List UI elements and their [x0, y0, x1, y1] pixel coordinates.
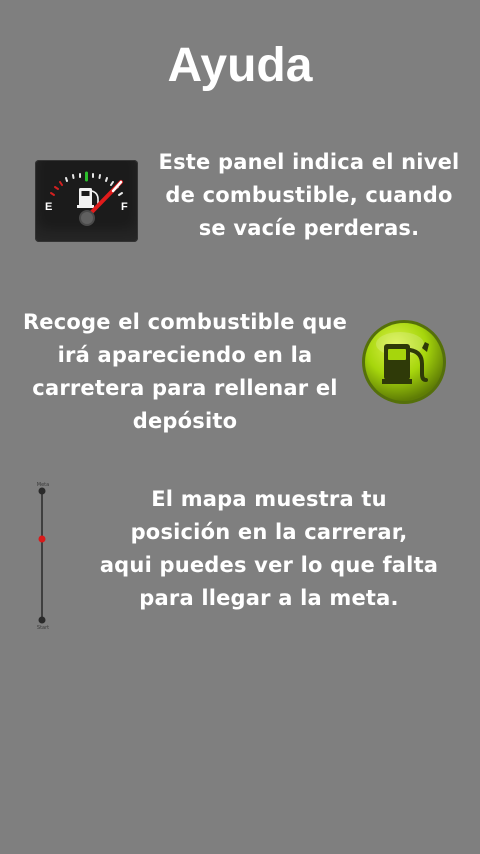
- gauge-empty-label: E: [45, 201, 52, 213]
- fuel-gauge-icon: E F: [35, 160, 138, 242]
- gauge-full-label: F: [121, 201, 128, 213]
- fuel-gauge-description: Este panel indica el nivel de combustibl…: [158, 150, 460, 240]
- fuel-pump-icon: [360, 318, 448, 406]
- page-title: Ayuda: [167, 39, 313, 92]
- map-finish-label: Meta: [37, 482, 49, 488]
- map-start-label: Start: [37, 625, 49, 631]
- progress-map-icon: Meta Start: [30, 478, 56, 632]
- map-position-marker: [38, 535, 46, 543]
- fuel-pickup-description: Recoge el combustible que irá apareciend…: [22, 310, 348, 433]
- progress-map-description: El mapa muestra tu posición en la carrer…: [99, 487, 439, 610]
